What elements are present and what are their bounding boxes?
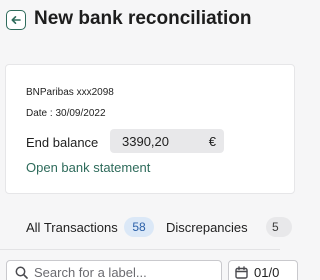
search-icon [15,266,28,279]
back-button[interactable] [6,10,26,30]
tab-all-transactions[interactable]: All Transactions [26,220,118,235]
currency-symbol: € [208,133,216,149]
calendar-icon [235,265,248,279]
statement-date: Date : 30/09/2022 [26,108,106,119]
page-header: New bank reconciliation [0,0,280,40]
account-card: BNParibas xxx2098 Date : 30/09/2022 End … [5,64,295,194]
all-transactions-count-badge: 58 [124,217,154,237]
end-balance-label: End balance [26,135,99,150]
page-title: New bank reconciliation [34,8,252,29]
end-balance-value: 3390,20 [122,133,169,149]
discrepancies-count-badge: 5 [266,217,292,237]
transactions-tabs: All Transactions 58 Discrepancies 5 [0,210,292,250]
date-filter-value: 01/0 [254,264,280,280]
date-filter[interactable]: 01/0 [228,260,298,280]
search-box[interactable] [6,260,222,280]
account-name: BNParibas xxx2098 [26,87,114,98]
search-input[interactable] [34,264,204,280]
arrow-left-icon [11,16,21,24]
open-bank-statement-link[interactable]: Open bank statement [26,160,150,175]
tab-discrepancies[interactable]: Discrepancies [166,220,248,235]
end-balance-field[interactable]: 3390,20 € [110,129,224,153]
